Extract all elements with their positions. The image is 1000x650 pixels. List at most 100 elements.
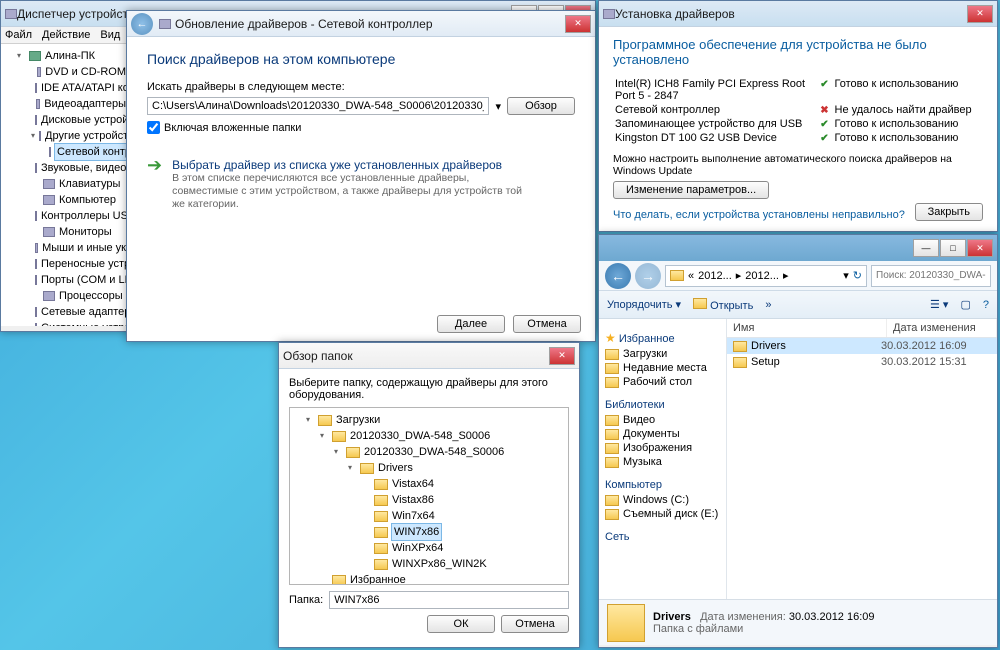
sidebar-favorite-item[interactable]: Недавние места xyxy=(603,361,722,375)
cancel-button[interactable]: Отмена xyxy=(513,315,581,333)
menu-action[interactable]: Действие xyxy=(42,29,90,41)
du-titlebar[interactable]: ← Обновление драйверов - Сетевой контрол… xyxy=(127,11,595,37)
device-tree-item[interactable]: Компьютер xyxy=(31,192,126,208)
change-settings-button[interactable]: Изменение параметров... xyxy=(613,181,769,199)
device-tree-item[interactable]: DVD и CD-ROM xyxy=(31,64,126,80)
sidebar-favorite-item[interactable]: Загрузки xyxy=(603,347,722,361)
sidebar-library-item[interactable]: Документы xyxy=(603,427,722,441)
device-tree-item[interactable]: Мониторы xyxy=(31,224,126,240)
explorer-window: — □ ✕ ← → « 2012...▸ 2012...▸ ▾↻ Упорядо… xyxy=(598,234,998,648)
file-list-item[interactable]: Setup30.03.2012 15:31 xyxy=(727,354,997,370)
device-icon xyxy=(39,131,41,141)
cancel-button[interactable]: Отмена xyxy=(501,615,569,633)
folder-tree-item[interactable]: 20120330_DWA-548_S0006 xyxy=(306,444,566,460)
folder-tree[interactable]: Загрузки20120330_DWA-548_S000620120330_D… xyxy=(289,407,569,585)
close-button[interactable]: ✕ xyxy=(565,15,591,33)
browse-button[interactable]: Обзор xyxy=(507,97,575,115)
next-button[interactable]: Далее xyxy=(437,315,505,333)
breadcrumb[interactable]: « 2012...▸ 2012...▸ ▾↻ xyxy=(665,265,867,287)
back-button[interactable]: ← xyxy=(131,13,153,35)
close-button[interactable]: ✕ xyxy=(967,5,993,23)
bf-titlebar[interactable]: Обзор папок ✕ xyxy=(279,343,579,369)
folder-tree-item[interactable]: Win7x64 xyxy=(306,508,566,524)
device-tree-item[interactable]: Звуковые, видео xyxy=(31,160,126,176)
close-button[interactable]: ✕ xyxy=(549,347,575,365)
sidebar-favorite-item[interactable]: Рабочий стол xyxy=(603,375,722,389)
device-tree-item[interactable]: Другие устройств xyxy=(31,128,126,144)
col-date[interactable]: Дата изменения xyxy=(887,319,997,337)
device-tree-item[interactable]: IDE ATA/ATAPI контр xyxy=(31,80,126,96)
column-headers[interactable]: Имя Дата изменения xyxy=(727,319,997,338)
sidebar-network-header[interactable]: Сеть xyxy=(605,531,722,543)
di-title: Установка драйверов xyxy=(615,7,967,21)
close-results-button[interactable]: Закрыть xyxy=(915,203,983,221)
sidebar-library-item[interactable]: Видео xyxy=(603,413,722,427)
device-tree-item[interactable]: Клавиатуры xyxy=(31,176,126,192)
choose-desc: В этом списке перечисляются все установл… xyxy=(172,172,532,211)
explorer-search-input[interactable] xyxy=(871,265,991,287)
folder-icon xyxy=(605,349,619,360)
x-icon: ✖ xyxy=(819,104,831,116)
menu-file[interactable]: Файл xyxy=(5,29,32,41)
file-list-item[interactable]: Drivers30.03.2012 16:09 xyxy=(727,338,997,354)
device-tree-item[interactable]: Контроллеры USB xyxy=(31,208,126,224)
col-name[interactable]: Имя xyxy=(727,319,887,337)
sidebar-drive-item[interactable]: Съемный диск (E:) xyxy=(603,507,722,521)
sidebar-drive-item[interactable]: Windows (C:) xyxy=(603,493,722,507)
ex-titlebar[interactable]: — □ ✕ xyxy=(599,235,997,261)
view-options-button[interactable]: ☰ ▾ xyxy=(930,298,948,311)
folder-icon xyxy=(360,463,374,474)
menu-view[interactable]: Вид xyxy=(100,29,120,41)
more-button[interactable]: » xyxy=(765,299,771,311)
folder-tree-item[interactable]: Drivers xyxy=(306,460,566,476)
folder-tree-item[interactable]: WINXPx86_WIN2K xyxy=(306,556,566,572)
folder-icon xyxy=(374,511,388,522)
device-tree-item[interactable]: Сетевые адаптер xyxy=(31,304,126,320)
ok-button[interactable]: ОК xyxy=(427,615,495,633)
device-tree-item[interactable]: Сетевой контроллер xyxy=(45,144,126,160)
du-heading: Поиск драйверов на этом компьютере xyxy=(147,51,575,67)
open-button[interactable]: Открыть xyxy=(693,298,753,312)
sidebar-favorites-header[interactable]: Избранное xyxy=(619,333,675,345)
folder-tree-item[interactable]: Vistax64 xyxy=(306,476,566,492)
organize-button[interactable]: Упорядочить ▾ xyxy=(607,298,681,311)
minimize-button[interactable]: — xyxy=(913,239,939,257)
selected-folder-input[interactable] xyxy=(329,591,569,609)
sidebar-libraries-header[interactable]: Библиотеки xyxy=(605,399,722,411)
crumb-segment[interactable]: 2012... xyxy=(745,270,779,282)
sidebar-library-item[interactable]: Изображения xyxy=(603,441,722,455)
device-tree[interactable]: Алина-ПК DVD и CD-ROMIDE ATA/ATAPI контр… xyxy=(1,44,129,326)
crumb-segment[interactable]: 2012... xyxy=(698,270,732,282)
maximize-button[interactable]: □ xyxy=(940,239,966,257)
dropdown-icon[interactable]: ▾ xyxy=(495,100,501,113)
folder-icon xyxy=(346,447,360,458)
choose-from-list-option[interactable]: ➔ Выбрать драйвер из списка уже установл… xyxy=(147,158,575,211)
device-tree-item[interactable]: Системные устро xyxy=(31,320,126,326)
file-list[interactable]: Drivers30.03.2012 16:09Setup30.03.2012 1… xyxy=(727,338,997,599)
device-tree-item[interactable]: Порты (COM и LP xyxy=(31,272,126,288)
sidebar-library-item[interactable]: Музыка xyxy=(603,455,722,469)
folder-tree-item[interactable]: WIN7x86 xyxy=(306,524,566,540)
driver-path-input[interactable] xyxy=(147,97,489,115)
folder-tree-item[interactable]: WinXPx64 xyxy=(306,540,566,556)
device-tree-item[interactable]: Дисковые устройс xyxy=(31,112,126,128)
nav-forward-button[interactable]: → xyxy=(635,263,661,289)
tree-root[interactable]: Алина-ПК xyxy=(17,48,126,64)
folder-tree-item[interactable]: 20120330_DWA-548_S0006 xyxy=(306,428,566,444)
device-tree-item[interactable]: Переносные устр xyxy=(31,256,126,272)
folder-tree-item[interactable]: Загрузки xyxy=(306,412,566,428)
close-button[interactable]: ✕ xyxy=(967,239,993,257)
help-link[interactable]: Что делать, если устройства установлены … xyxy=(613,209,905,221)
help-button[interactable]: ? xyxy=(983,299,989,311)
device-tree-item[interactable]: Мыши и иные ук xyxy=(31,240,126,256)
device-tree-item[interactable]: Видеоадаптеры xyxy=(31,96,126,112)
nav-back-button[interactable]: ← xyxy=(605,263,631,289)
preview-pane-button[interactable]: ▢ xyxy=(960,298,970,311)
folder-tree-item[interactable]: Избранное xyxy=(306,572,566,585)
include-subfolders-input[interactable] xyxy=(147,121,160,134)
device-tree-item[interactable]: Процессоры xyxy=(31,288,126,304)
folder-tree-item[interactable]: Vistax86 xyxy=(306,492,566,508)
di-titlebar[interactable]: Установка драйверов ✕ xyxy=(599,1,997,27)
include-subfolders-checkbox[interactable]: Включая вложенные папки xyxy=(147,121,575,134)
sidebar-computer-header[interactable]: Компьютер xyxy=(605,479,722,491)
